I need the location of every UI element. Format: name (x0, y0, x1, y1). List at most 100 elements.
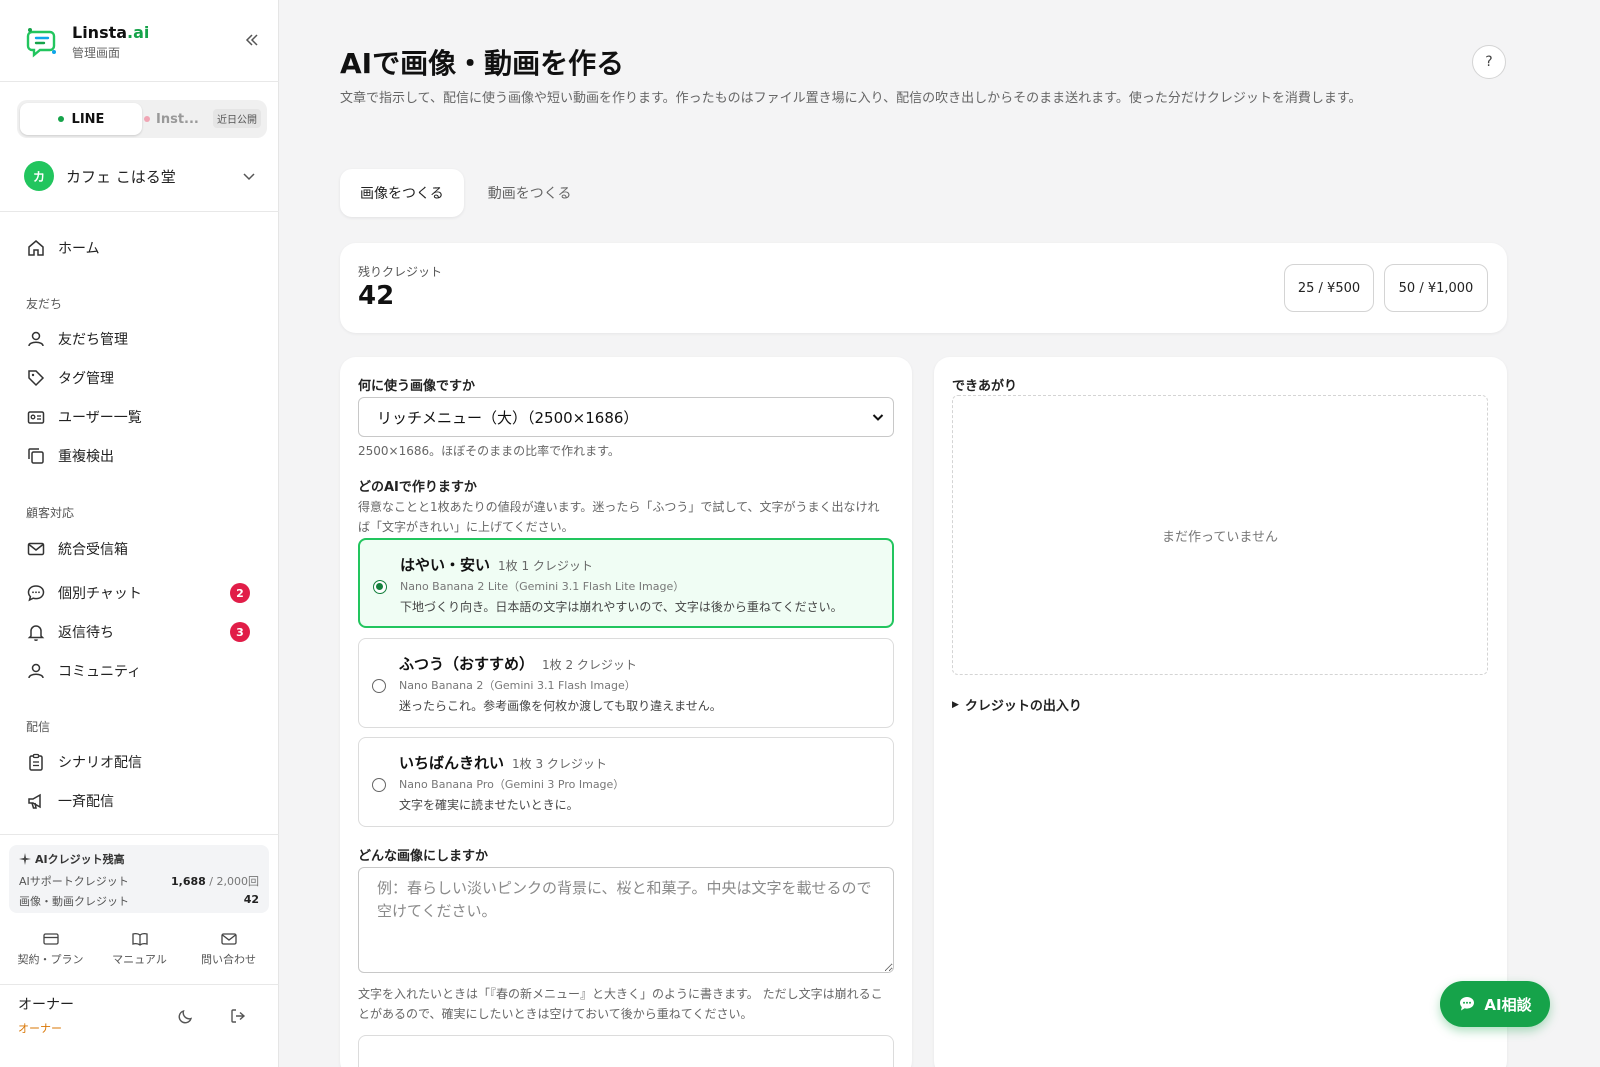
sidebar-item-home[interactable]: ホーム (14, 230, 264, 266)
tag-icon (28, 370, 45, 387)
option-model: Nano Banana Pro（Gemini 3 Pro Image） (399, 778, 625, 791)
id-card-icon (27, 411, 45, 424)
creation-tabs: 画像をつくる 動画をつくる (340, 168, 595, 218)
sidebar-item-duplicates[interactable]: 重複検出 (14, 438, 264, 474)
owner-name: オーナー (18, 997, 74, 1013)
sidebar-item-broadcast[interactable]: 一斉配信 (14, 783, 264, 819)
awaiting-count-badge: 3 (230, 622, 250, 642)
option-price: 1枚 2 クレジット (542, 658, 637, 672)
support-credit-label: AIサポートクレジット (19, 875, 129, 888)
buy-credits-50-button[interactable]: 50 / ¥1,000 (1384, 264, 1488, 312)
option-description: 下地づくり向き。日本語の文字は崩れやすいので、文字は後から重ねてください。 (400, 600, 843, 614)
copy-icon (28, 448, 44, 464)
plan-link[interactable]: 契約・プラン (11, 930, 91, 974)
radio-normal[interactable] (372, 679, 386, 693)
sidebar: Linsta.ai 管理画面 LINE Inst... 近日公開 カ カフェ こ… (0, 0, 279, 1067)
triangle-right-icon: ▶ (952, 699, 959, 710)
brand-name: Linsta.ai (72, 23, 150, 42)
ai-option-best[interactable]: いちばんきれい 1枚 3 クレジット Nano Banana Pro（Gemini… (358, 737, 894, 827)
divider (0, 211, 279, 212)
channel-switch: LINE Inst... 近日公開 (17, 100, 267, 138)
radio-fast[interactable] (373, 580, 387, 594)
tab-video[interactable]: 動画をつくる (468, 169, 592, 217)
ai-option-fast[interactable]: はやい・安い 1枚 1 クレジット Nano Banana 2 Lite（Gemi… (358, 538, 894, 628)
megaphone-icon (28, 793, 41, 809)
help-button[interactable]: ? (1472, 45, 1506, 79)
prompt-textarea[interactable] (358, 867, 894, 973)
option-title: いちばんきれい (399, 754, 505, 772)
theme-toggle-button[interactable] (174, 1004, 198, 1028)
chevron-down-icon (872, 414, 884, 421)
usage-select[interactable]: リッチメニュー（大）（2500×1686） (358, 397, 894, 437)
credits-card: 残りクレジット 42 25 / ¥500 50 / ¥1,000 (340, 243, 1507, 333)
sidebar-item-community[interactable]: コミュニティ (14, 653, 264, 689)
store-selector[interactable]: カ カフェ こはる堂 (24, 160, 256, 192)
chat-count-badge: 2 (230, 583, 250, 603)
home-icon (28, 240, 44, 256)
double-chevron-left-icon (245, 34, 258, 46)
tab-image[interactable]: 画像をつくる (340, 169, 464, 217)
option-price: 1枚 3 クレジット (512, 757, 607, 771)
owner-role: オーナー (18, 1022, 62, 1035)
store-avatar: カ (24, 161, 54, 191)
bell-icon (27, 625, 45, 642)
option-description: 迷ったらこれ。参考画像を何枚か渡しても取り違えません。 (399, 699, 722, 713)
usage-label: 何に使う画像ですか (358, 379, 476, 394)
result-title: できあがり (952, 379, 1018, 394)
channel-line-tab[interactable]: LINE (20, 103, 142, 135)
prompt-help: 文字を入れたいときは「『春の新メニュー』と大きく」のように書きます。 ただし文字… (358, 987, 883, 1021)
moon-icon (178, 1009, 193, 1024)
image-credit-value: 42 (243, 893, 259, 906)
manual-link[interactable]: マニュアル (100, 930, 180, 974)
option-title: はやい・安い (400, 556, 491, 574)
logout-icon (231, 1009, 246, 1023)
sidebar-item-awaiting[interactable]: 返信待ち 3 (14, 614, 264, 650)
result-empty-text: まだ作っていません (1162, 529, 1278, 545)
divider (0, 834, 279, 835)
sidebar-item-tags[interactable]: タグ管理 (14, 360, 264, 396)
image-form-card: 何に使う画像ですか リッチメニュー（大）（2500×1686） 2500×168… (340, 357, 912, 1067)
owner-info: オーナー オーナー (18, 994, 74, 1036)
quick-links: 契約・プラン マニュアル 問い合わせ (0, 930, 279, 974)
sidebar-item-users[interactable]: ユーザー一覧 (14, 399, 264, 435)
sidebar-credit-balance: AIクレジット残高 AIサポートクレジット 1,688 / 2,000回 画像・… (9, 845, 269, 913)
option-description: 文字を確実に読ませたいときに。 (399, 798, 579, 812)
radio-best[interactable] (372, 778, 386, 792)
collapse-sidebar-button[interactable] (240, 28, 264, 52)
next-field[interactable] (358, 1035, 894, 1067)
logout-button[interactable] (226, 1004, 250, 1028)
page-description: 文章で指示して、配信に使う画像や短い動画を作ります。作ったものはファイル置き場に… (340, 91, 1362, 106)
book-icon (131, 933, 148, 946)
clipboard-icon (29, 753, 43, 771)
chat-icon (1460, 997, 1475, 1011)
nav-section-support: 顧客対応 (26, 506, 75, 520)
brand-subtitle: 管理画面 (72, 46, 121, 60)
sidebar-item-chat[interactable]: 個別チャット 2 (14, 575, 264, 611)
channel-instagram-tab[interactable]: Inst... (144, 112, 199, 127)
support-credit-max: / 2,000回 (205, 875, 259, 888)
divider (0, 81, 279, 82)
contact-link[interactable]: 問い合わせ (189, 930, 269, 974)
ai-chat-button[interactable]: AI相談 (1440, 981, 1550, 1027)
brand[interactable]: Linsta.ai 管理画面 (24, 20, 149, 64)
prompt-label: どんな画像にしますか (358, 849, 489, 864)
nav-section-friends: 友だち (26, 297, 63, 311)
community-icon (28, 663, 44, 679)
credit-ledger-toggle[interactable]: ▶ クレジットの出入り (952, 695, 1082, 714)
mail-icon (27, 542, 45, 556)
result-preview: まだ作っていません (952, 395, 1488, 675)
sparkle-icon (19, 853, 31, 865)
option-model: Nano Banana 2 Lite（Gemini 3.1 Flash Lite… (400, 580, 685, 593)
remaining-credits-value: 42 (358, 281, 395, 311)
nav-section-delivery: 配信 (26, 720, 51, 734)
ai-option-normal[interactable]: ふつう（おすすめ） 1枚 2 クレジット Nano Banana 2（Gemini… (358, 638, 894, 728)
sidebar-item-scenario[interactable]: シナリオ配信 (14, 744, 264, 780)
sidebar-item-inbox[interactable]: 統合受信箱 (14, 531, 264, 567)
ai-help: 得意なことと1枚あたりの値段が違います。迷ったら「ふつう」で試して、文字がうまく… (358, 500, 880, 534)
brand-logo-icon (24, 24, 60, 60)
page-title: AIで画像・動画を作る (340, 47, 625, 80)
buy-credits-25-button[interactable]: 25 / ¥500 (1284, 264, 1374, 312)
option-model: Nano Banana 2（Gemini 3.1 Flash Image） (399, 679, 636, 692)
sidebar-item-friends[interactable]: 友だち管理 (14, 321, 264, 357)
remaining-credits-label: 残りクレジット (358, 265, 443, 279)
